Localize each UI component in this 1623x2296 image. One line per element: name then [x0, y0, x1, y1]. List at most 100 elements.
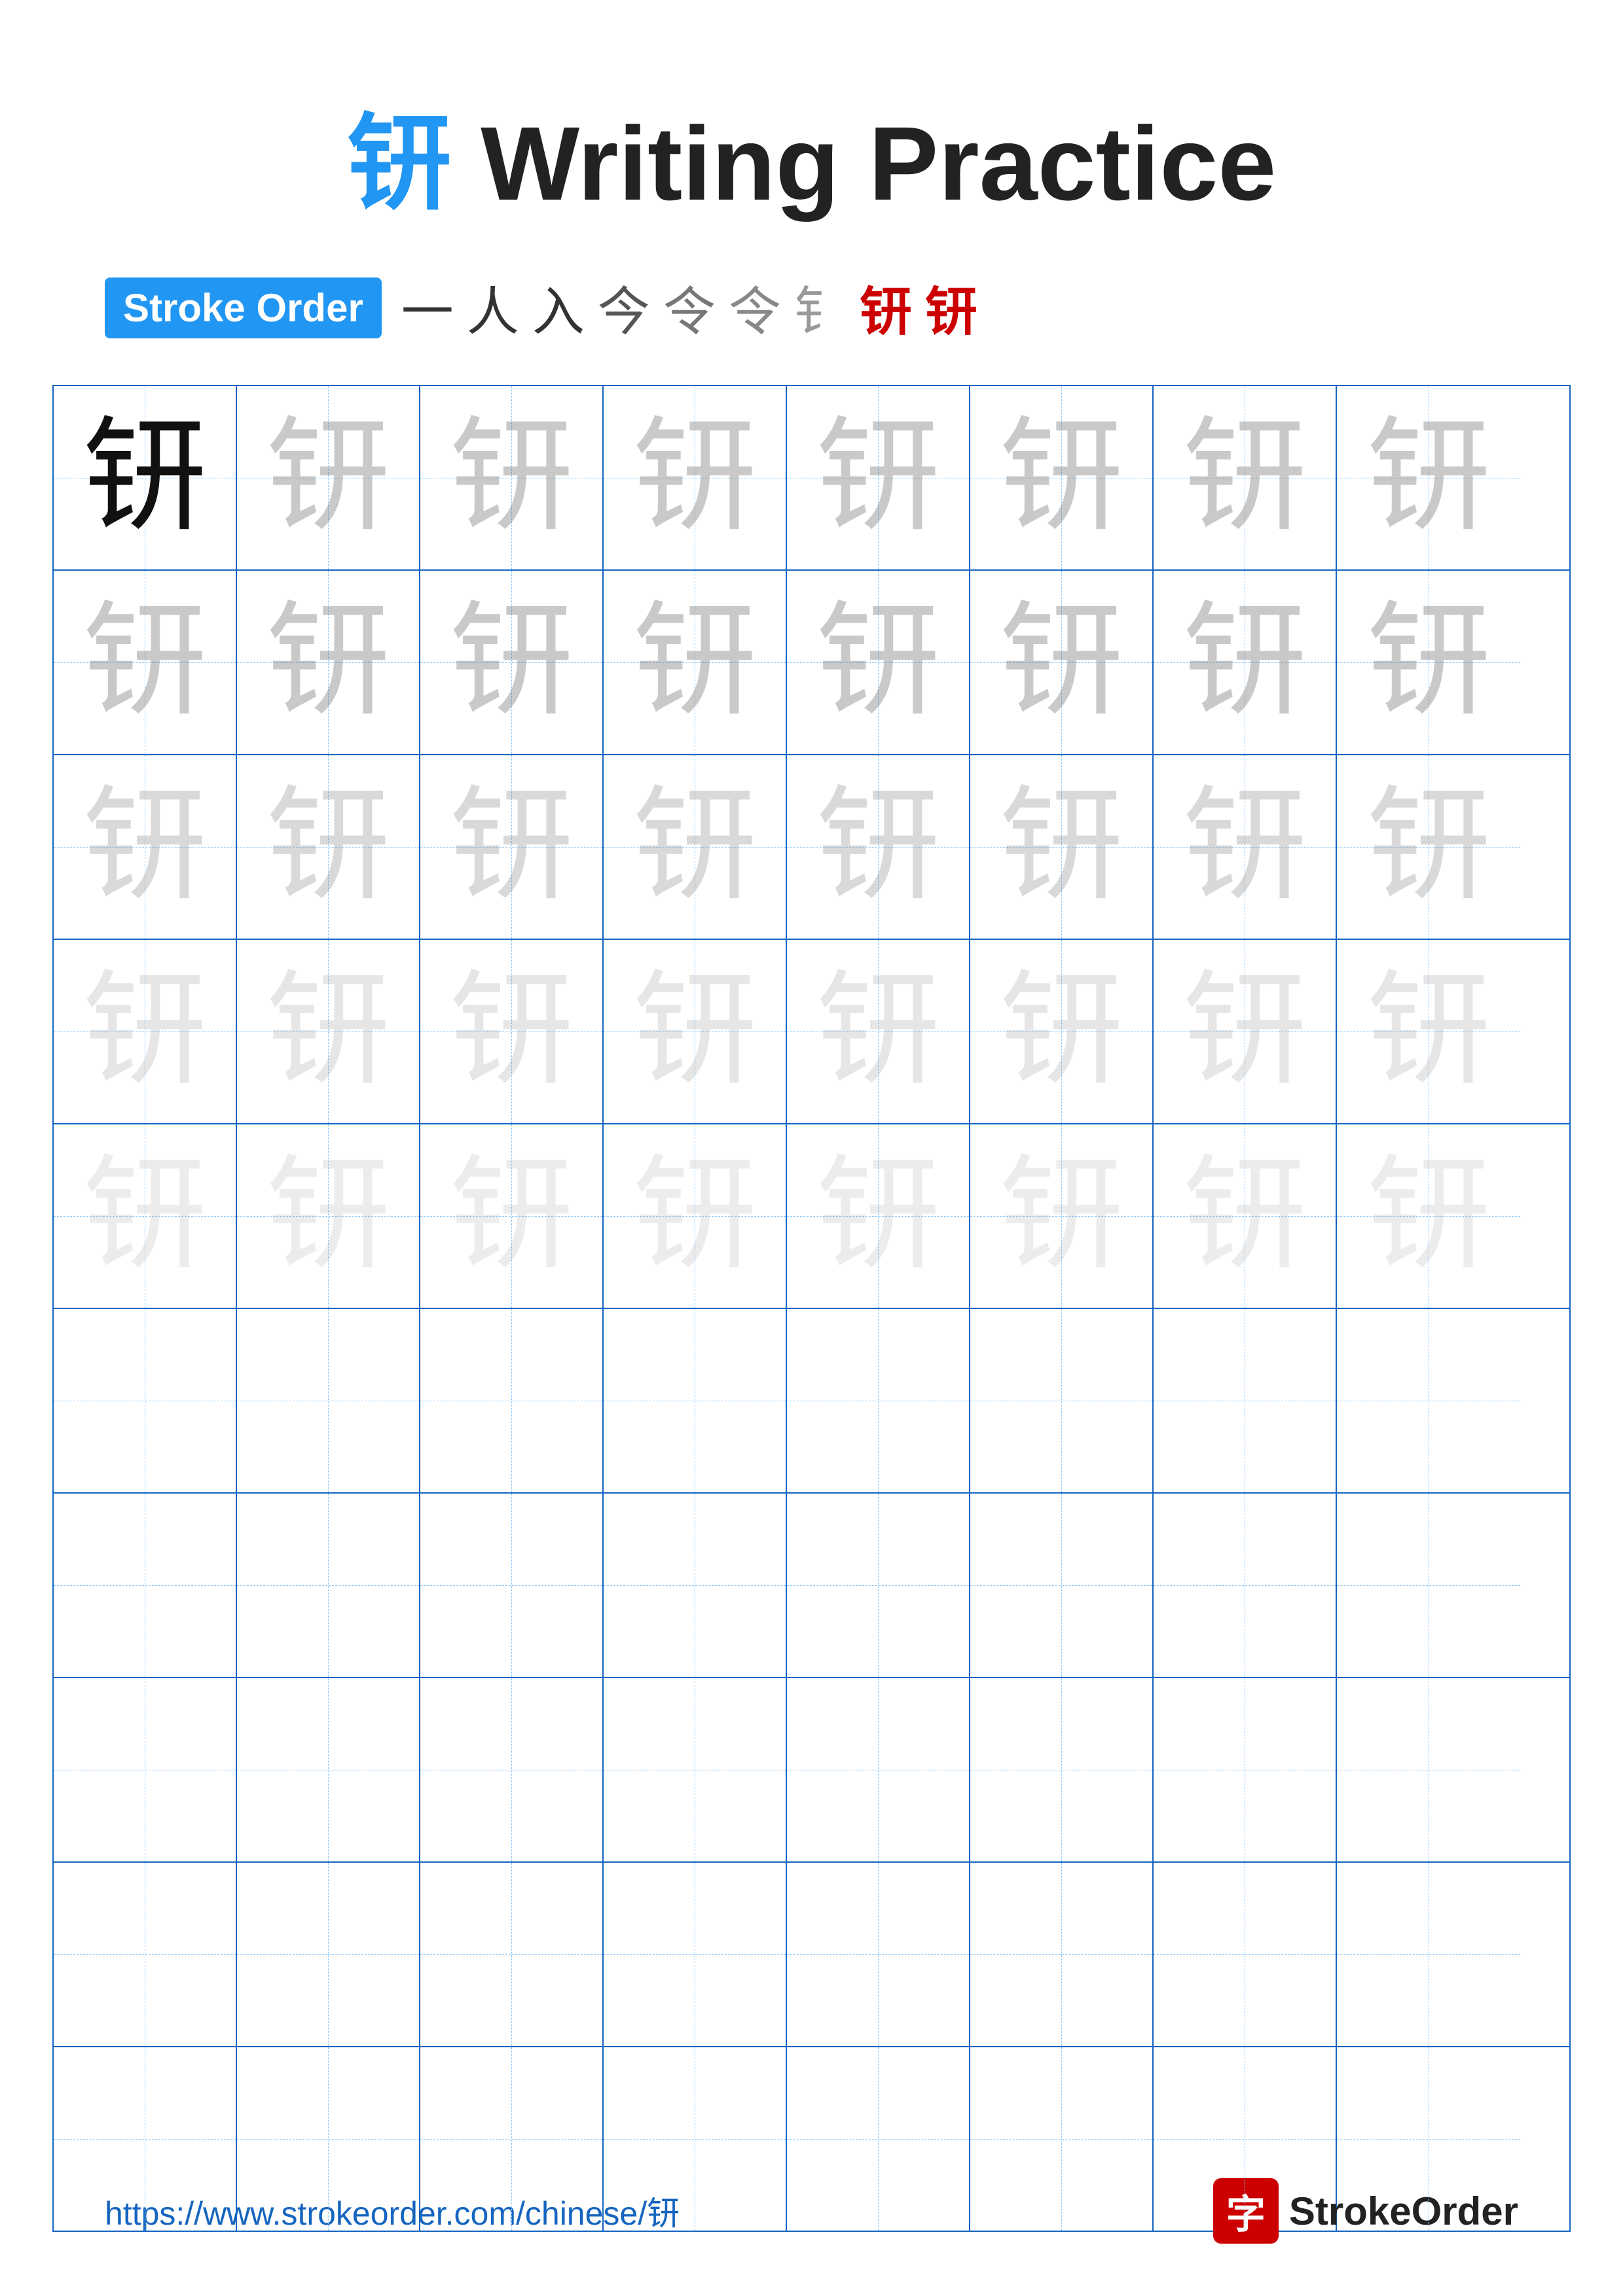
- practice-char: 钘: [1366, 785, 1491, 909]
- practice-char: 钘: [1182, 969, 1307, 1094]
- grid-cell[interactable]: 钘: [1154, 755, 1337, 939]
- practice-char: 钘: [632, 969, 757, 1094]
- grid-cell[interactable]: [54, 1309, 237, 1492]
- grid-cell[interactable]: 钘: [420, 571, 604, 754]
- grid-cell[interactable]: [604, 1309, 787, 1492]
- grid-cell[interactable]: [604, 1863, 787, 2046]
- grid-cell[interactable]: 钘: [54, 940, 237, 1123]
- grid-cell[interactable]: 钘: [1337, 571, 1520, 754]
- grid-cell[interactable]: 钘: [787, 386, 970, 569]
- practice-char: 钘: [1366, 969, 1491, 1094]
- writing-grid: 钘 钘 钘 钘 钘 钘 钘 钘 钘 钘 钘 钘 钘 钘 钘 钘 钘 钘 钘 钘 …: [52, 385, 1571, 2232]
- grid-cell[interactable]: 钘: [1337, 1124, 1520, 1308]
- grid-cell[interactable]: [1337, 1678, 1520, 1861]
- grid-cell[interactable]: [54, 1494, 237, 1677]
- grid-cell[interactable]: [787, 1678, 970, 1861]
- grid-cell[interactable]: 钘: [237, 940, 420, 1123]
- grid-cell[interactable]: 钘: [54, 571, 237, 754]
- grid-cell[interactable]: 钘: [420, 940, 604, 1123]
- practice-char: 钘: [266, 1154, 390, 1278]
- grid-cell[interactable]: [420, 1678, 604, 1861]
- grid-cell[interactable]: 钘: [787, 1124, 970, 1308]
- grid-cell[interactable]: [787, 1494, 970, 1677]
- grid-cell[interactable]: 钘: [787, 571, 970, 754]
- grid-cell[interactable]: 钘: [54, 755, 237, 939]
- grid-cell[interactable]: [1154, 1494, 1337, 1677]
- title-character: 钘: [347, 106, 452, 223]
- practice-char: 钘: [1366, 1154, 1491, 1278]
- stroke-3: ⼊: [532, 270, 585, 346]
- practice-char: 钘: [816, 969, 940, 1094]
- grid-row: 钘 钘 钘 钘 钘 钘 钘 钘: [54, 386, 1569, 571]
- grid-cell[interactable]: 钘: [787, 755, 970, 939]
- grid-cell[interactable]: 钘: [1154, 1124, 1337, 1308]
- grid-cell[interactable]: [970, 1678, 1154, 1861]
- grid-cell[interactable]: 钘: [1337, 755, 1520, 939]
- grid-cell[interactable]: 钘: [237, 571, 420, 754]
- grid-cell[interactable]: 钘: [1337, 386, 1520, 569]
- grid-cell[interactable]: [1337, 1309, 1520, 1492]
- grid-cell[interactable]: 钘: [1154, 571, 1337, 754]
- grid-cell[interactable]: [54, 1863, 237, 2046]
- grid-cell[interactable]: 钘: [420, 755, 604, 939]
- grid-cell[interactable]: 钘: [970, 755, 1154, 939]
- grid-cell[interactable]: 钘: [604, 755, 787, 939]
- grid-cell[interactable]: [604, 1494, 787, 1677]
- grid-cell[interactable]: 钘: [604, 940, 787, 1123]
- stroke-order-section: Stroke Order ⼀ ⼈ ⼊ 今 令 令 钅 钘 钘: [0, 270, 1623, 346]
- grid-cell[interactable]: [420, 1309, 604, 1492]
- grid-cell[interactable]: [420, 1494, 604, 1677]
- grid-cell[interactable]: 钘: [970, 386, 1154, 569]
- grid-cell[interactable]: 钘: [604, 571, 787, 754]
- practice-char: 钘: [816, 416, 940, 540]
- grid-cell[interactable]: [420, 1863, 604, 2046]
- grid-cell[interactable]: 钘: [787, 940, 970, 1123]
- grid-cell[interactable]: 钘: [54, 1124, 237, 1308]
- grid-row: 钘 钘 钘 钘 钘 钘 钘 钘: [54, 940, 1569, 1124]
- practice-char: 钘: [82, 416, 207, 540]
- stroke-order-badge: Stroke Order: [105, 278, 382, 338]
- grid-cell[interactable]: [787, 1863, 970, 2046]
- grid-cell[interactable]: [787, 1309, 970, 1492]
- grid-cell[interactable]: [1154, 1309, 1337, 1492]
- stroke-2: ⼈: [467, 270, 519, 346]
- practice-char: 钘: [816, 1154, 940, 1278]
- grid-cell[interactable]: 钘: [970, 940, 1154, 1123]
- grid-cell[interactable]: 钘: [237, 386, 420, 569]
- practice-char: 钘: [1182, 600, 1307, 725]
- grid-cell[interactable]: [970, 1494, 1154, 1677]
- grid-cell[interactable]: [970, 1863, 1154, 2046]
- grid-cell[interactable]: 钘: [970, 571, 1154, 754]
- grid-cell[interactable]: [237, 1863, 420, 2046]
- practice-char: 钘: [816, 600, 940, 725]
- grid-cell[interactable]: [1154, 1678, 1337, 1861]
- grid-cell[interactable]: [237, 1309, 420, 1492]
- grid-cell[interactable]: 钘: [1154, 940, 1337, 1123]
- stroke-6: 令: [729, 270, 781, 346]
- grid-cell[interactable]: 钘: [420, 386, 604, 569]
- grid-cell[interactable]: [237, 1678, 420, 1861]
- grid-cell[interactable]: 钘: [237, 1124, 420, 1308]
- grid-cell[interactable]: 钘: [237, 755, 420, 939]
- grid-row: 钘 钘 钘 钘 钘 钘 钘 钘: [54, 571, 1569, 755]
- grid-cell[interactable]: 钘: [54, 386, 237, 569]
- practice-char: 钘: [82, 785, 207, 909]
- grid-cell[interactable]: 钘: [1337, 940, 1520, 1123]
- grid-cell[interactable]: [1337, 1494, 1520, 1677]
- practice-char: 钘: [632, 600, 757, 725]
- grid-cell[interactable]: 钘: [604, 1124, 787, 1308]
- grid-cell[interactable]: [604, 1678, 787, 1861]
- grid-cell[interactable]: 钘: [604, 386, 787, 569]
- stroke-9: 钘: [925, 270, 977, 346]
- grid-cell[interactable]: [237, 1494, 420, 1677]
- grid-cell[interactable]: [1337, 1863, 1520, 2046]
- grid-cell[interactable]: 钘: [420, 1124, 604, 1308]
- practice-char: 钘: [449, 600, 574, 725]
- footer: https://www.strokeorder.com/chinese/钘 字 …: [0, 2178, 1623, 2244]
- grid-cell[interactable]: [970, 1309, 1154, 1492]
- grid-cell[interactable]: [54, 1678, 237, 1861]
- grid-cell[interactable]: [1154, 1863, 1337, 2046]
- grid-cell[interactable]: 钘: [1154, 386, 1337, 569]
- grid-cell[interactable]: 钘: [970, 1124, 1154, 1308]
- strokeorder-icon: 字: [1213, 2178, 1279, 2244]
